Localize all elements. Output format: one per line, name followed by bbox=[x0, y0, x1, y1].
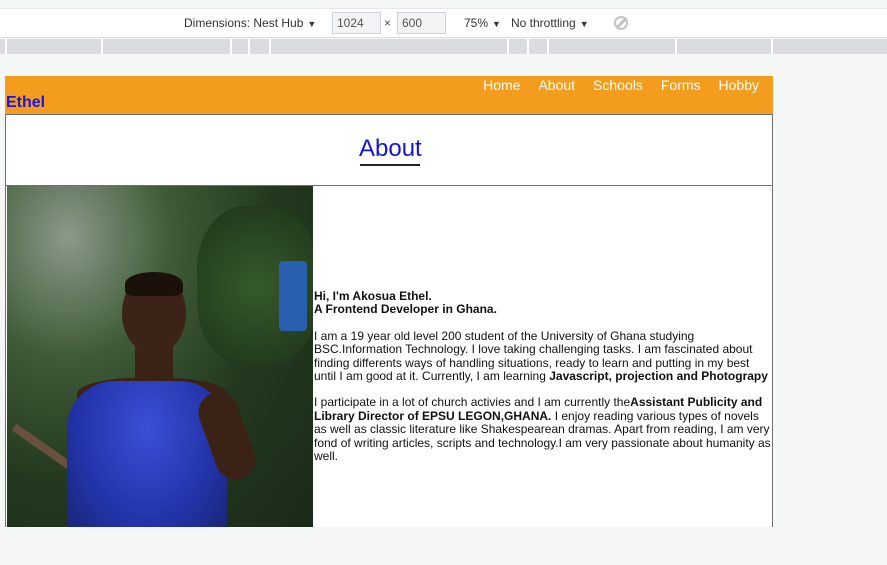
background-object bbox=[279, 261, 307, 331]
about-content: Hi, I'm Akosua Ethel. A Frontend Develop… bbox=[5, 186, 773, 527]
ruler-segment[interactable] bbox=[269, 39, 271, 54]
throttling-label: No throttling bbox=[511, 16, 576, 30]
chevron-down-icon: ▼ bbox=[307, 19, 317, 29]
ruler-segment[interactable] bbox=[527, 39, 529, 54]
bio-para2-text: I participate in a lot of church activie… bbox=[314, 395, 631, 410]
ruler-segment[interactable] bbox=[230, 39, 232, 54]
hair bbox=[125, 272, 183, 296]
device-toolbar: Dimensions: Nest Hub ▼ 1024 × 600 75% ▼ No… bbox=[0, 8, 887, 38]
bio-greeting: Hi, I'm Akosua Ethel. bbox=[314, 289, 432, 303]
nav-links: Home About Schools Forms Hobby bbox=[465, 76, 759, 93]
nav-hobby[interactable]: Hobby bbox=[719, 76, 759, 93]
nav-home[interactable]: Home bbox=[483, 76, 520, 93]
width-input[interactable]: 1024 bbox=[332, 12, 381, 34]
bio-paragraph-2: I participate in a lot of church activie… bbox=[314, 396, 772, 463]
brand-logo[interactable]: Ethel bbox=[6, 94, 45, 112]
zoom-label: 75% bbox=[464, 16, 489, 30]
media-query-bar[interactable] bbox=[0, 39, 887, 54]
ruler-segment[interactable] bbox=[547, 39, 549, 54]
bio-text: Hi, I'm Akosua Ethel. A Frontend Develop… bbox=[314, 289, 772, 476]
bio-para1-bold: Javascript, projection and Photograpy bbox=[549, 369, 768, 384]
ruler-segment[interactable] bbox=[771, 39, 773, 54]
nav-about[interactable]: About bbox=[538, 76, 575, 93]
page-title: About bbox=[359, 135, 422, 162]
bio-role: A Frontend Developer in Ghana. bbox=[314, 302, 497, 317]
chevron-down-icon: ▼ bbox=[579, 19, 589, 29]
ruler-segment[interactable] bbox=[507, 39, 509, 54]
zoom-dropdown[interactable]: 75% ▼ bbox=[464, 16, 501, 30]
nav-forms[interactable]: Forms bbox=[661, 76, 701, 93]
profile-photo bbox=[7, 186, 313, 527]
chevron-down-icon: ▼ bbox=[492, 19, 501, 29]
dimensions-dropdown[interactable]: Dimensions: Nest Hub ▼ bbox=[184, 16, 316, 30]
ruler-segment[interactable] bbox=[101, 39, 103, 54]
ruler-segment[interactable] bbox=[5, 39, 7, 54]
bio-paragraph-1: I am a 19 year old level 200 student of … bbox=[314, 329, 772, 384]
rotate-icon[interactable] bbox=[614, 16, 628, 30]
dimensions-label: Dimensions: Nest Hub bbox=[184, 16, 304, 30]
page-viewport: Ethel Home About Schools Forms Hobby Abo… bbox=[5, 76, 773, 527]
navbar: Ethel Home About Schools Forms Hobby bbox=[5, 76, 773, 114]
nav-schools[interactable]: Schools bbox=[593, 76, 643, 93]
ruler-segment[interactable] bbox=[675, 39, 677, 54]
height-input[interactable]: 600 bbox=[397, 12, 446, 34]
title-underline bbox=[360, 164, 420, 166]
about-header: About bbox=[5, 114, 773, 186]
ruler-segment[interactable] bbox=[248, 39, 250, 54]
times-sign: × bbox=[384, 16, 392, 30]
throttling-dropdown[interactable]: No throttling ▼ bbox=[511, 16, 589, 30]
